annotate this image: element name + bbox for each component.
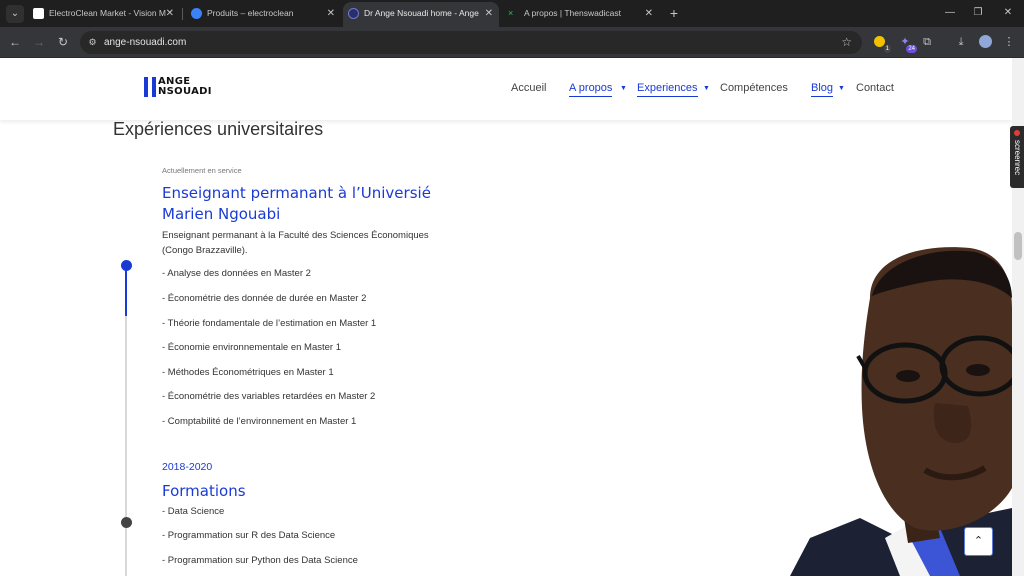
restore-button[interactable]: ❐	[968, 4, 988, 22]
site-favicon-icon	[348, 8, 359, 19]
course-item: - Comptabilité de l’environnement en Mas…	[162, 416, 357, 427]
nav-a-propos[interactable]: A propos	[569, 82, 613, 97]
course-item: - Théorie fondamentale de l’estimation e…	[162, 318, 377, 329]
course-item: - Analyse des données en Master 2	[162, 268, 311, 279]
profile-portrait-image	[790, 247, 1012, 576]
thenswadicast-favicon-icon: ×	[508, 8, 514, 18]
extension-badge: 1	[883, 45, 891, 53]
url-text[interactable]: ange-nsouadi.com	[104, 31, 186, 54]
job-description: Enseignant permanant à la Faculté des Sc…	[162, 230, 429, 256]
nav-contact[interactable]: Contact	[856, 82, 894, 94]
formation-item: - Programmation sur R des Data Science	[162, 530, 336, 541]
extension-badge: 24	[906, 45, 917, 53]
tab-divider	[182, 8, 183, 20]
nav-blog[interactable]: Blog	[811, 82, 834, 97]
close-window-button[interactable]: ✕	[998, 4, 1018, 22]
extensions-puzzle-icon[interactable]: ⧉	[918, 33, 936, 51]
address-bar[interactable]: ⚙ ange-nsouadi.com ☆	[80, 31, 862, 54]
extension-icon[interactable]: 1	[870, 33, 891, 53]
record-icon	[1014, 130, 1020, 136]
tab-title: ElectroClean Market - Vision M	[49, 8, 166, 18]
tab-search-button[interactable]: ⌄	[6, 5, 24, 23]
timeline-dot	[121, 517, 132, 528]
tab-title: Produits – electroclean	[207, 8, 294, 18]
screenrec-widget[interactable]: screenrec	[1010, 126, 1024, 188]
logo-text-line2: NSOUADI	[158, 86, 212, 97]
formation-period: 2018-2020	[162, 461, 213, 473]
timeline-progress	[125, 264, 127, 316]
logo-mark-icon	[144, 77, 158, 97]
chevron-down-icon[interactable]: ▼	[703, 85, 710, 92]
new-tab-button[interactable]: +	[664, 3, 684, 23]
scrollbar-thumb[interactable]	[1014, 232, 1022, 260]
nav-accueil[interactable]: Accueil	[511, 82, 546, 94]
timeline-dot-active	[121, 260, 132, 271]
reload-button[interactable]: ↻	[54, 33, 72, 51]
course-item: - Méthodes Économétriques en Master 1	[162, 367, 334, 378]
web-page: ANGE NSOUADI Accueil A propos ▼ Experien…	[0, 58, 1012, 576]
formation-item: - Programmation sur Python des Data Scie…	[162, 555, 358, 566]
screenrec-label: screenrec	[1013, 140, 1022, 176]
tab-produits[interactable]: Produits – electroclean ✕	[186, 2, 341, 27]
nav-competences[interactable]: Compétences	[720, 82, 788, 94]
back-button[interactable]: ←	[6, 33, 24, 51]
menu-kebab-icon[interactable]: ⋮	[1000, 33, 1018, 51]
tab-title: A propos | Thenswadicast	[524, 8, 622, 18]
browser-toolbar: ← → ↻ ⚙ ange-nsouadi.com ☆ 1 ✦ 24 ⧉ ⤓ ⋮	[0, 27, 1024, 58]
tab-title: Dr Ange Nsouadi home - Ange	[364, 8, 479, 18]
electroclean-favicon-icon	[33, 8, 44, 19]
site-info-icon[interactable]: ⚙	[86, 36, 99, 49]
back-to-top-button[interactable]: ⌃	[964, 527, 993, 556]
job-title: Enseignant permanant à l’Universié Marie…	[162, 184, 431, 223]
formation-item: - Data Science	[162, 506, 225, 517]
extension-icon[interactable]: ✦ 24	[896, 33, 917, 53]
electroclean-favicon-icon	[191, 8, 202, 19]
site-logo[interactable]: ANGE NSOUADI	[144, 76, 218, 98]
section-title: Expériences universitaires	[113, 119, 324, 139]
forward-button[interactable]: →	[30, 33, 48, 51]
tab-electroclean-market[interactable]: ElectroClean Market - Vision M ✕	[28, 2, 180, 27]
site-header: ANGE NSOUADI Accueil A propos ▼ Experien…	[0, 58, 1012, 120]
close-tab-icon[interactable]: ✕	[166, 2, 174, 25]
close-tab-icon[interactable]: ✕	[485, 2, 493, 25]
formation-title: Formations	[162, 482, 246, 500]
tab-ange-nsouadi[interactable]: Dr Ange Nsouadi home - Ange ✕	[343, 2, 499, 27]
download-icon[interactable]: ⤓	[952, 33, 970, 51]
course-item: - Économie environnementale en Master 1	[162, 342, 342, 353]
nav-experiences[interactable]: Experiences	[637, 82, 698, 97]
browser-tab-strip: ⌄ ElectroClean Market - Vision M ✕ Produ…	[0, 0, 1024, 27]
minimize-button[interactable]: —	[940, 4, 960, 22]
job-status: Actuellement en service	[162, 166, 242, 175]
bookmark-star-icon[interactable]: ☆	[841, 35, 852, 49]
tab-thenswadicast[interactable]: × A propos | Thenswadicast ✕	[503, 2, 659, 27]
close-tab-icon[interactable]: ✕	[645, 2, 653, 25]
profile-avatar[interactable]	[976, 33, 994, 51]
chevron-down-icon[interactable]: ▼	[620, 85, 627, 92]
close-tab-icon[interactable]: ✕	[327, 2, 335, 25]
chevron-down-icon[interactable]: ▼	[838, 85, 845, 92]
course-item: - Économétrie des donnée de durée en Mas…	[162, 293, 367, 304]
course-item: - Économétrie des variables retardées en…	[162, 391, 376, 402]
